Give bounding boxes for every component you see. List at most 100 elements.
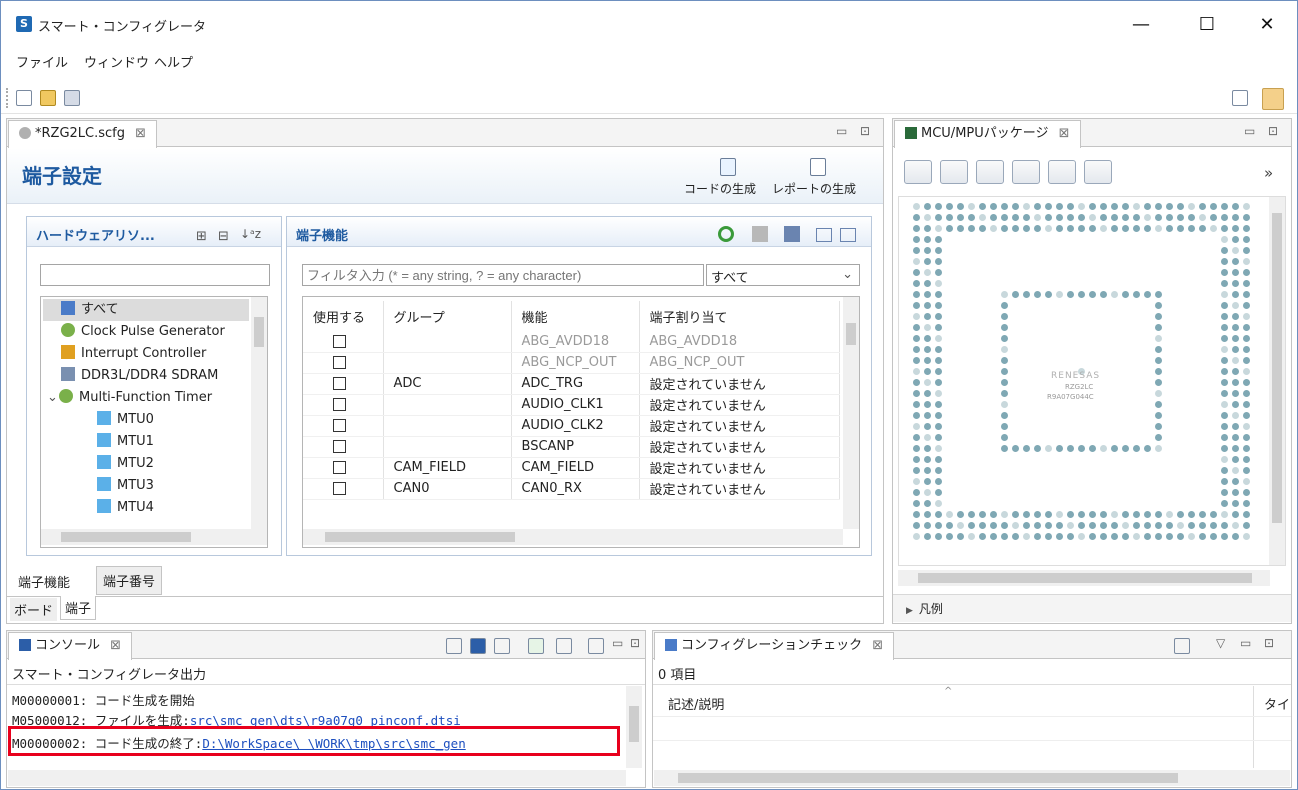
package-pin[interactable] bbox=[913, 489, 920, 496]
package-pin[interactable] bbox=[1045, 533, 1052, 540]
package-pin[interactable] bbox=[1034, 214, 1041, 221]
package-pin[interactable] bbox=[1001, 225, 1008, 232]
package-pin[interactable] bbox=[924, 368, 931, 375]
package-pin[interactable] bbox=[1034, 291, 1041, 298]
package-pin[interactable] bbox=[1056, 203, 1063, 210]
package-pin[interactable] bbox=[1100, 533, 1107, 540]
package-pin[interactable] bbox=[924, 357, 931, 364]
package-pin[interactable] bbox=[1067, 291, 1074, 298]
cell-pin-assign[interactable]: 設定されていません bbox=[639, 415, 840, 437]
package-pin[interactable] bbox=[935, 434, 942, 441]
package-pin[interactable] bbox=[1221, 324, 1228, 331]
package-pin[interactable] bbox=[1221, 291, 1228, 298]
package-pin[interactable] bbox=[968, 522, 975, 529]
package-pin[interactable] bbox=[935, 291, 942, 298]
package-pin[interactable] bbox=[913, 203, 920, 210]
package-pin[interactable] bbox=[1232, 346, 1239, 353]
use-checkbox[interactable] bbox=[333, 461, 346, 474]
package-pin[interactable] bbox=[1232, 335, 1239, 342]
package-pin[interactable] bbox=[924, 467, 931, 474]
package-pin[interactable] bbox=[1144, 445, 1151, 452]
package-pin[interactable] bbox=[1155, 214, 1162, 221]
package-pin[interactable] bbox=[935, 478, 942, 485]
cell-pin-assign[interactable]: ABG_AVDD18 bbox=[639, 331, 840, 353]
menu-window[interactable]: ウィンドウ bbox=[84, 52, 149, 71]
package-pin[interactable] bbox=[1188, 533, 1195, 540]
package-pin[interactable] bbox=[1243, 324, 1250, 331]
close-button[interactable]: ✕ bbox=[1244, 10, 1290, 40]
generate-code-button[interactable]: コードの生成 bbox=[684, 180, 756, 197]
package-pin[interactable] bbox=[935, 346, 942, 353]
chevron-down-icon[interactable]: ⌄ bbox=[47, 387, 59, 409]
package-pin[interactable] bbox=[1023, 522, 1030, 529]
package-pin[interactable] bbox=[1034, 203, 1041, 210]
package-pin[interactable] bbox=[924, 445, 931, 452]
package-pin[interactable] bbox=[1166, 533, 1173, 540]
package-pin[interactable] bbox=[1001, 533, 1008, 540]
console-vertical-scrollbar[interactable] bbox=[626, 686, 642, 768]
package-pin[interactable] bbox=[935, 324, 942, 331]
package-pin[interactable] bbox=[913, 401, 920, 408]
minimize-panel-icon[interactable]: ▭ bbox=[1244, 124, 1255, 138]
package-pin[interactable] bbox=[1221, 269, 1228, 276]
package-pin[interactable] bbox=[1243, 511, 1250, 518]
package-pin[interactable] bbox=[1166, 522, 1173, 529]
package-pin[interactable] bbox=[968, 533, 975, 540]
package-pin[interactable] bbox=[1232, 412, 1239, 419]
package-pin[interactable] bbox=[946, 225, 953, 232]
package-pin[interactable] bbox=[1089, 522, 1096, 529]
package-pin[interactable] bbox=[935, 280, 942, 287]
view-menu-icon[interactable]: ▽ bbox=[1216, 636, 1225, 650]
package-pin[interactable] bbox=[924, 434, 931, 441]
package-pin[interactable] bbox=[1243, 445, 1250, 452]
new-console-icon[interactable] bbox=[588, 638, 604, 654]
tree-item-interrupt-controller[interactable]: Interrupt Controller bbox=[61, 343, 206, 365]
package-pin[interactable] bbox=[1243, 423, 1250, 430]
package-pin[interactable] bbox=[1166, 214, 1173, 221]
package-pin[interactable] bbox=[1221, 445, 1228, 452]
cell-pin-assign[interactable]: 設定されていません bbox=[639, 373, 840, 395]
package-pin[interactable] bbox=[1232, 390, 1239, 397]
package-pin[interactable] bbox=[1133, 511, 1140, 518]
package-pin[interactable] bbox=[1221, 522, 1228, 529]
package-pin[interactable] bbox=[1232, 489, 1239, 496]
package-pin[interactable] bbox=[1232, 445, 1239, 452]
package-pin[interactable] bbox=[1232, 280, 1239, 287]
package-pin[interactable] bbox=[1100, 203, 1107, 210]
package-pin[interactable] bbox=[1232, 368, 1239, 375]
expand-all-icon[interactable]: ⊞ bbox=[196, 229, 207, 244]
package-pin[interactable] bbox=[1221, 357, 1228, 364]
package-pin[interactable] bbox=[1221, 225, 1228, 232]
package-pin[interactable] bbox=[1221, 368, 1228, 375]
package-pin[interactable] bbox=[1133, 225, 1140, 232]
package-pin[interactable] bbox=[1243, 500, 1250, 507]
tree-item-mtu2[interactable]: MTU2 bbox=[97, 453, 154, 475]
package-pin[interactable] bbox=[957, 225, 964, 232]
package-pin[interactable] bbox=[924, 236, 931, 243]
package-pin[interactable] bbox=[1243, 247, 1250, 254]
package-pin[interactable] bbox=[990, 533, 997, 540]
package-pin[interactable] bbox=[1155, 533, 1162, 540]
package-pin[interactable] bbox=[924, 500, 931, 507]
cell-pin-assign[interactable]: 設定されていません bbox=[639, 457, 840, 479]
save-list-icon[interactable] bbox=[840, 228, 856, 242]
word-wrap-icon[interactable] bbox=[494, 638, 510, 654]
close-tab-icon[interactable]: ⊠ bbox=[135, 126, 146, 141]
package-pin[interactable] bbox=[1045, 291, 1052, 298]
package-pin[interactable] bbox=[1232, 214, 1239, 221]
package-pin[interactable] bbox=[913, 236, 920, 243]
generate-code-icon[interactable] bbox=[720, 158, 736, 176]
package-pin[interactable] bbox=[913, 445, 920, 452]
package-pin[interactable] bbox=[935, 335, 942, 342]
tab-rzg2lc-scfg[interactable]: *RZG2LC.scfg ⊠ bbox=[8, 120, 158, 148]
package-pin[interactable] bbox=[957, 533, 964, 540]
package-pin[interactable] bbox=[1243, 280, 1250, 287]
use-checkbox[interactable] bbox=[333, 482, 346, 495]
package-pin[interactable] bbox=[1023, 214, 1030, 221]
package-pin[interactable] bbox=[924, 412, 931, 419]
package-pin[interactable] bbox=[1155, 313, 1162, 320]
package-pin[interactable] bbox=[1221, 203, 1228, 210]
display-console-icon[interactable] bbox=[556, 638, 572, 654]
package-pin[interactable] bbox=[1089, 533, 1096, 540]
tab-pin-function[interactable]: 端子機能 bbox=[12, 568, 77, 595]
